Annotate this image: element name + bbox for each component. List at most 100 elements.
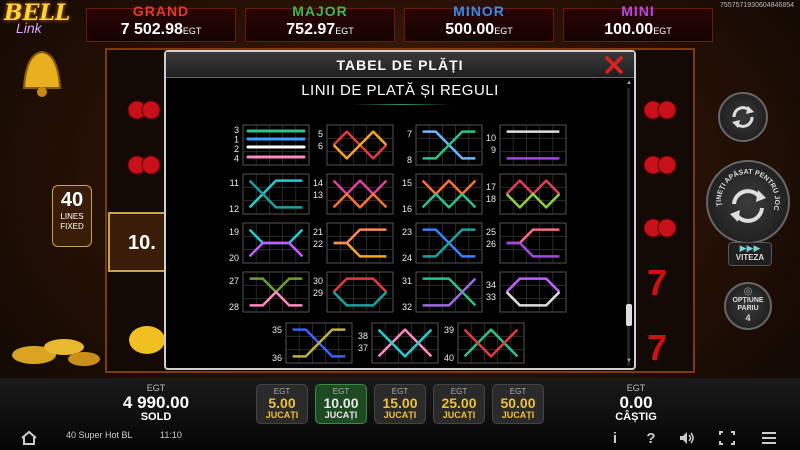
payline-number: 28 [229, 302, 239, 312]
payline-number: 16 [402, 204, 412, 214]
win-label: CÂȘTIG [615, 411, 657, 423]
home-icon[interactable] [20, 430, 38, 446]
payline-number: 36 [272, 353, 282, 363]
bet-options-button[interactable]: ◎ OPȚIUNE PARIU 4 [724, 282, 772, 330]
payline-box: 3433 [486, 271, 567, 313]
payline-box: 1920 [229, 222, 310, 264]
payline-box: 3124 [234, 124, 310, 166]
payline-box: 31 32 [402, 271, 483, 313]
autoplay-button[interactable]: ȚINEȚI APĂSAT PENTRU JOC RAPID [705, 157, 790, 244]
payline-box: 1413 [313, 173, 394, 215]
payline-number: 30 [313, 276, 323, 286]
bet-button-5[interactable]: EGT 50.00 JUCAȚI [492, 384, 544, 424]
payline-number: 38 [358, 331, 368, 341]
payline-box: 56 [318, 124, 394, 166]
payline-number: 31 [402, 276, 412, 286]
payline-box: 3837 [358, 322, 439, 364]
jackpot-minor: MINOR 500.00EGT [404, 3, 554, 42]
bet-label: JUCAȚI [383, 410, 417, 420]
payline-number: 20 [229, 253, 239, 263]
jackpot-grand-value: 7 502.98EGT [120, 21, 202, 38]
payline-number: 18 [486, 194, 496, 204]
payline-number: 3 [234, 125, 239, 135]
bet-value: 50.00 [500, 395, 536, 411]
bet-label: JUCAȚI [442, 410, 476, 420]
jackpot-major-name: MAJOR [292, 3, 348, 19]
seven-symbol: 7 7 [647, 262, 667, 368]
spin-button[interactable] [718, 92, 768, 142]
jackpot-mini-value: 100.00EGT [604, 21, 672, 38]
jackpot-minor-name: MINOR [453, 3, 505, 19]
balance-currency: EGT [146, 383, 166, 393]
options-label1: OPȚIUNE [732, 297, 764, 304]
payline-number: 39 [444, 325, 454, 335]
bet-value: 10.00 [323, 395, 359, 411]
payline-box: 3029 [313, 271, 394, 313]
payline-box: 1718 [486, 173, 567, 215]
chips-icon: ◎ [743, 286, 753, 297]
payline-number: 25 [486, 227, 496, 237]
payline-number: 12 [229, 204, 239, 214]
help-icon[interactable]: ? [642, 430, 660, 447]
lines-label: LINES [60, 212, 84, 221]
paytable-modal: TABEL DE PLĂȚI LINII DE PLATĂ ȘI REGULI … [164, 50, 636, 370]
payline-number: 1 [234, 135, 239, 145]
bet-label: JUCAȚI [324, 410, 358, 420]
sound-icon[interactable] [678, 430, 696, 446]
bet-button-1[interactable]: EGT 5.00 JUCAȚI [256, 384, 308, 424]
payline-number: 24 [402, 253, 412, 263]
payline-box: 109 [486, 124, 567, 166]
jackpot-mini: MINI 100.00EGT [563, 3, 713, 42]
reel-cell-partial: 10. [108, 212, 168, 272]
lemon-symbol [129, 326, 165, 354]
payline-number: 9 [491, 145, 496, 155]
win-currency: EGT [626, 383, 646, 393]
autoplay-icon: ȚINEȚI APĂSAT PENTRU JOC RAPID [705, 157, 780, 223]
menu-icon[interactable] [760, 430, 778, 446]
payline-number: 29 [313, 288, 323, 298]
svg-text:ȚINEȚI APĂSAT PENTRU JOC RAPID: ȚINEȚI APĂSAT PENTRU JOC RAPID [708, 162, 780, 211]
info-icon[interactable]: i [606, 430, 624, 447]
bet-button-2[interactable]: EGT 10.00 JUCAȚI [315, 384, 367, 424]
payline-number: 5 [318, 129, 323, 139]
bet-button-4[interactable]: EGT 25.00 JUCAȚI [433, 384, 485, 424]
coins-icon [12, 339, 100, 366]
payline-box: 2122 [313, 222, 394, 264]
paylines-grid: 3124567810911121413151617181920212223242… [229, 124, 567, 364]
options-label2: PARIU [737, 305, 759, 312]
payline-number: 34 [486, 280, 496, 290]
fullscreen-icon[interactable] [718, 430, 736, 446]
lines-fixed-badge: 40 LINES FIXED [52, 185, 92, 247]
payline-number: 23 [402, 227, 412, 237]
payline-box: 35 36 [272, 322, 353, 364]
payline-number: 10 [486, 133, 496, 143]
speed-button[interactable]: ▶▶▶ VITEZA [728, 242, 772, 266]
game-logo: BELL Link [4, 0, 70, 40]
bell-icon [22, 50, 62, 97]
clock-time: 11:10 [160, 430, 182, 440]
partial-value: 10. [128, 232, 156, 254]
jackpot-mini-name: MINI [621, 3, 655, 19]
payline-box: 27 28 [229, 271, 310, 313]
payline-number: 6 [318, 141, 323, 151]
payline-number: 26 [486, 239, 496, 249]
fixed-label: FIXED [60, 222, 84, 231]
game-name: 40 Super Hot BL [66, 430, 133, 440]
payline-box: 23 24 [402, 222, 483, 264]
payline-number: 4 [234, 154, 239, 164]
payline-number: 40 [444, 353, 454, 363]
payline-box: 78 [407, 124, 483, 166]
bet-button-3[interactable]: EGT 15.00 JUCAȚI [374, 384, 426, 424]
fast-forward-icon: ▶▶▶ [739, 243, 761, 253]
jackpot-major-value: 752.97EGT [286, 21, 354, 38]
payline-number: 7 [407, 129, 412, 139]
payline-number: 22 [313, 239, 323, 249]
payline-number: 17 [486, 182, 496, 192]
payline-number: 14 [313, 178, 323, 188]
payline-box: 1516 [402, 173, 483, 215]
game-screen: 7 7 GRAND 7 502.98EGT MAJOR 752.97EGT MI… [0, 0, 800, 450]
bet-value: 5.00 [268, 395, 296, 411]
payline-number: 32 [402, 302, 412, 312]
payline-number: 13 [313, 190, 323, 200]
payline-box: 11 12 [229, 173, 310, 215]
